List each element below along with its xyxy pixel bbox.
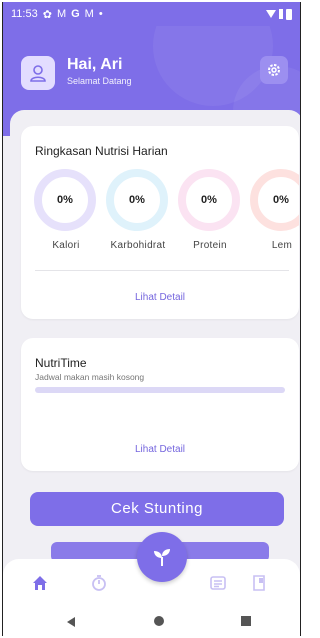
gear-icon [268, 64, 280, 76]
card-title: Ringkasan Nutrisi Harian [35, 144, 168, 158]
ring-value: 0% [178, 169, 240, 231]
dot-icon: • [98, 8, 103, 20]
timer-icon[interactable] [89, 573, 109, 593]
ring-value: 0% [34, 169, 96, 231]
ring-protein[interactable]: 0% Protein [178, 169, 242, 251]
nutrition-rings: 0% Kalori 0% Karbohidrat 0% Protein 0% L… [34, 169, 299, 259]
battery-icon [286, 8, 292, 20]
greeting-subtitle: Selamat Datang [67, 76, 132, 86]
id-card-icon[interactable] [208, 573, 228, 593]
ring-karbohidrat[interactable]: 0% Karbohidrat [106, 169, 170, 251]
greeting: Hai, Ari [67, 56, 123, 73]
ring-label: Karbohidrat [110, 240, 166, 251]
wifi-icon [266, 10, 276, 18]
back-icon[interactable] [67, 617, 75, 627]
app-screen: 11:53 ✿ M G M • Hai, Ari Selamat Datang [2, 2, 301, 636]
recents-icon[interactable] [241, 616, 251, 626]
ring-value: 0% [250, 169, 299, 231]
gear-icon: ✿ [42, 8, 52, 21]
google-icon: G [71, 8, 80, 20]
mail-icon: M [84, 8, 94, 20]
status-time: 11:53 [11, 8, 38, 20]
settings-button[interactable] [260, 56, 288, 84]
ring-label: Lem [271, 240, 293, 251]
leaf-button[interactable] [137, 532, 187, 582]
ring-kalori[interactable]: 0% Kalori [34, 169, 98, 251]
avatar[interactable] [21, 56, 55, 90]
nutritime-progress-bar [35, 387, 285, 393]
nutritime-subtitle: Jadwal makan masih kosong [35, 372, 145, 382]
ring-label: Protein [193, 240, 227, 251]
leaf-icon [154, 549, 170, 566]
divider [35, 270, 289, 271]
signal-icon [279, 9, 283, 19]
ring-lemak[interactable]: 0% Lem [250, 169, 299, 251]
mail-icon: M [56, 8, 67, 20]
home-circle-icon[interactable] [154, 616, 164, 626]
card-title: NutriTime [35, 356, 87, 370]
cek-stunting-button[interactable]: Cek Stunting [30, 492, 284, 526]
nutrition-detail-link[interactable]: Lihat Detail [21, 292, 299, 303]
nutrition-summary-card: Ringkasan Nutrisi Harian 0% Kalori 0% Ka… [21, 126, 299, 319]
home-icon[interactable] [30, 573, 50, 593]
report-icon[interactable] [249, 573, 269, 593]
nutritime-card: NutriTime Jadwal makan masih kosong Liha… [21, 338, 299, 471]
status-bar: 11:53 ✿ M G M • [3, 2, 300, 26]
ring-label: Kalori [52, 240, 80, 251]
nutritime-detail-link[interactable]: Lihat Detail [21, 444, 299, 455]
system-nav-bar [3, 607, 300, 636]
ring-value: 0% [106, 169, 168, 231]
user-icon [30, 65, 46, 82]
